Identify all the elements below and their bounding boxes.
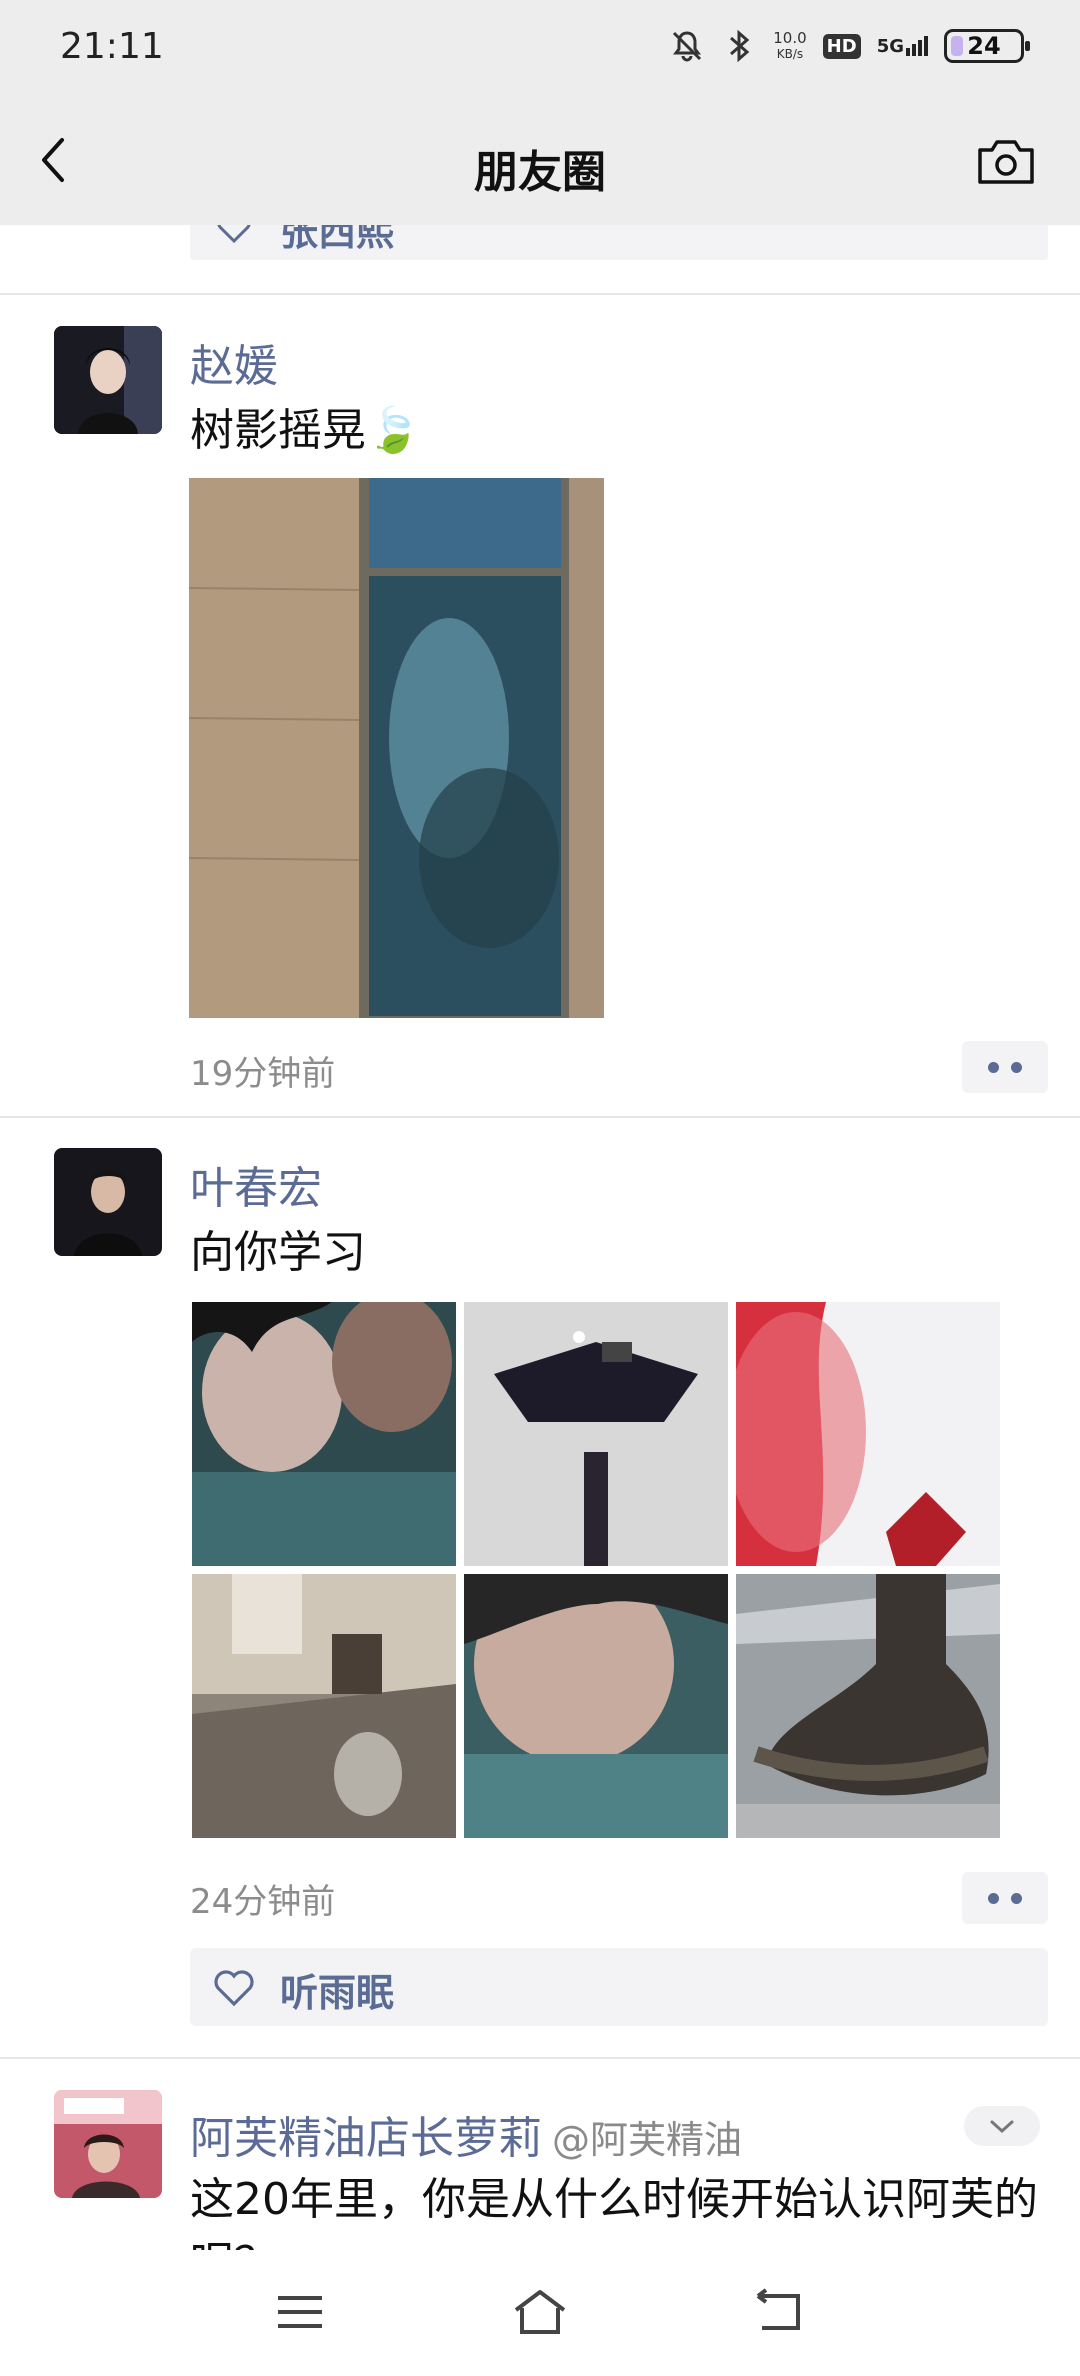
home-icon xyxy=(514,2290,566,2334)
post-username-text: 阿芙精油店长萝莉 xyxy=(190,2113,542,2164)
bluetooth-icon xyxy=(721,28,757,64)
grid-photo[interactable] xyxy=(464,1302,728,1566)
likes-box[interactable]: 听雨眠 xyxy=(190,1948,1048,2026)
likes-names: 听雨眠 xyxy=(280,1971,395,2015)
more-dots-icon xyxy=(988,1892,999,1904)
avatar[interactable] xyxy=(54,1148,162,1256)
selfie-photo xyxy=(464,1574,728,1838)
post-timestamp: 24分钟前 xyxy=(190,1882,336,1922)
grid-photo[interactable] xyxy=(736,1574,1000,1838)
heart-icon xyxy=(214,1970,254,2007)
avatar-image xyxy=(54,1148,162,1256)
post-text: 树影摇晃🍃 xyxy=(190,405,421,456)
network-speed: 10.0 KB/s xyxy=(773,30,806,62)
status-icons: 10.0 KB/s HD 5G 24 xyxy=(669,28,1030,64)
camera-icon xyxy=(978,140,1034,184)
grid-photo[interactable] xyxy=(736,1302,1000,1566)
more-dots-icon xyxy=(1011,1061,1022,1073)
post-username[interactable]: 赵媛 xyxy=(190,330,278,394)
divider xyxy=(0,293,1080,295)
divider xyxy=(0,1116,1080,1118)
couple-photo xyxy=(192,1302,456,1566)
tower-photo xyxy=(464,1302,728,1566)
grid-photo[interactable] xyxy=(464,1574,728,1838)
page-title: 朋友圈 xyxy=(474,147,606,198)
system-nav-bar xyxy=(0,2250,1080,2376)
battery-indicator: 24 xyxy=(944,29,1030,63)
network-speed-unit: KB/s xyxy=(776,47,804,61)
window-tree-shadow-photo xyxy=(189,478,604,1018)
return-button[interactable] xyxy=(752,2286,808,2338)
hd-badge: HD xyxy=(822,33,861,59)
menu-icon xyxy=(278,2296,322,2328)
photo-grid xyxy=(192,1302,1000,1838)
red-blur-photo xyxy=(736,1302,1000,1566)
network-type-label: 5G xyxy=(876,36,904,57)
post-timestamp: 19分钟前 xyxy=(190,1054,336,1094)
more-button[interactable] xyxy=(962,1041,1048,1093)
signal-bars-icon xyxy=(906,36,928,56)
top-bar: 21:11 10.0 KB/s HD 5G 24 朋友圈 xyxy=(0,0,1080,225)
collapse-button[interactable] xyxy=(964,2106,1040,2146)
grid-photo[interactable] xyxy=(192,1302,456,1566)
status-time: 21:11 xyxy=(60,26,164,67)
divider xyxy=(0,2057,1080,2059)
moments-screen: 21:11 10.0 KB/s HD 5G 24 朋友圈 张西熙 赵媛 树影摇晃… xyxy=(0,0,1080,2376)
more-dots-icon xyxy=(988,1061,999,1073)
grid-photo[interactable] xyxy=(192,1574,456,1838)
post-username[interactable]: 叶春宏 xyxy=(190,1152,322,1216)
chevron-down-icon xyxy=(990,2120,1014,2134)
post-text: 向你学习 xyxy=(190,1227,366,1278)
avatar[interactable] xyxy=(54,326,162,434)
back-nav-icon xyxy=(756,2288,800,2330)
more-button[interactable] xyxy=(962,1872,1048,1924)
network-speed-value: 10.0 xyxy=(773,29,807,47)
post-handle: @阿芙精油 xyxy=(552,2118,743,2162)
signal-5g: 5G xyxy=(877,36,928,56)
mute-icon xyxy=(669,28,705,64)
coffee-bar-photo xyxy=(192,1574,456,1838)
menu-button[interactable] xyxy=(272,2286,328,2338)
more-dots-icon xyxy=(1011,1892,1022,1904)
post-username[interactable]: 阿芙精油店长萝莉 @阿芙精油 xyxy=(190,2102,742,2166)
home-button[interactable] xyxy=(512,2286,568,2338)
avatar-image xyxy=(54,326,162,434)
post-photo[interactable] xyxy=(189,478,604,1018)
tree-roots-photo xyxy=(736,1574,1000,1838)
avatar-image xyxy=(54,2090,162,2198)
camera-button[interactable] xyxy=(976,136,1036,186)
avatar[interactable] xyxy=(54,2090,162,2198)
